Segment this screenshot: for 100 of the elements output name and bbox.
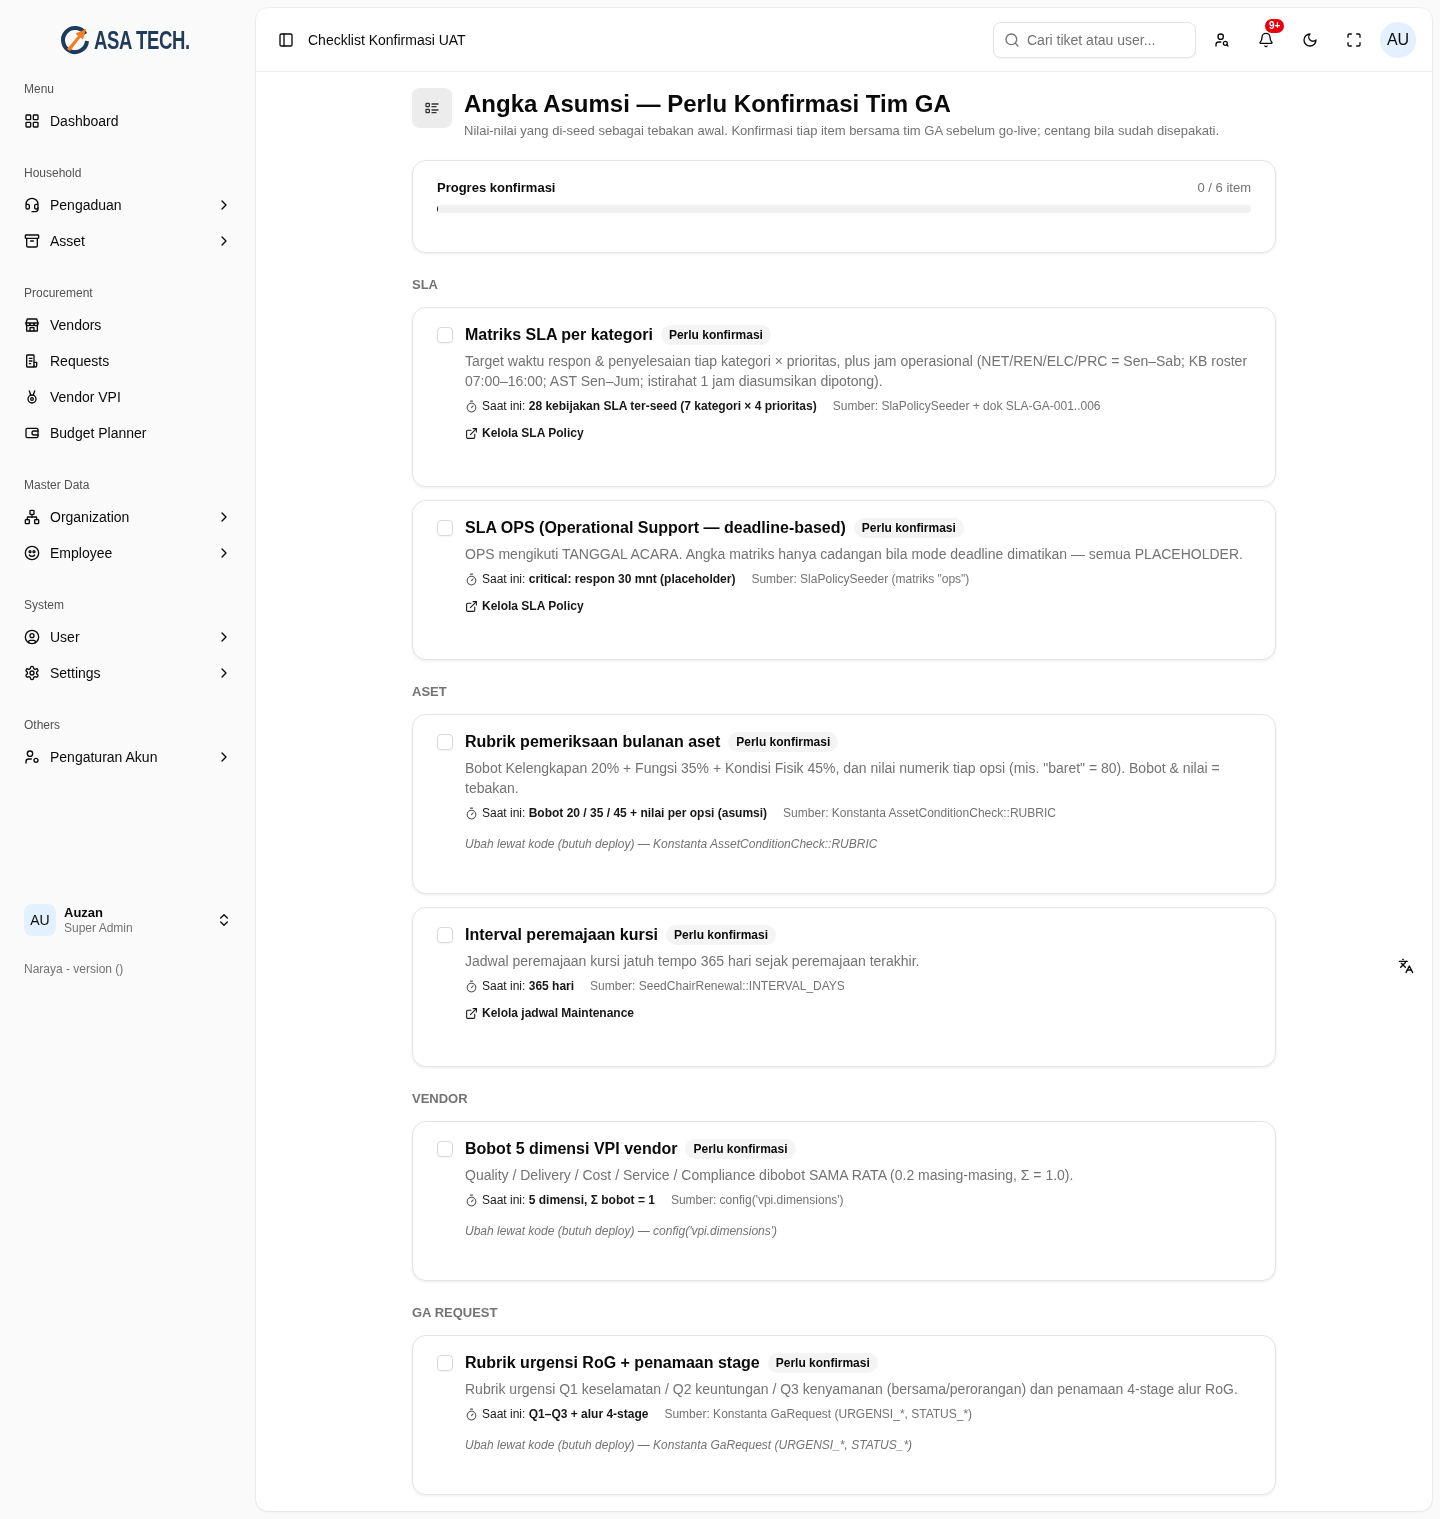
search-field[interactable]: Cari tiket atau user...	[993, 21, 1196, 58]
sidebar-item[interactable]: Vendor VPI	[16, 379, 240, 415]
notification-badge: 9+	[1265, 18, 1285, 33]
sidebar-item[interactable]: Vendors	[16, 307, 240, 343]
bell-icon	[1258, 31, 1274, 48]
item-title: Matriks SLA per kategori	[465, 325, 653, 345]
current-value: Saat ini: 28 kebijakan SLA ter-seed (7 kategori × 4 prioritas)	[482, 398, 817, 414]
edit-note: Ubah lewat kode (butuh deploy) — Konstanta AssetConditionCheck::RUBRIC	[465, 836, 879, 852]
timer-icon	[465, 399, 478, 413]
user-gear-icon	[24, 749, 40, 765]
hierarchy-icon	[24, 509, 40, 525]
list-icon	[412, 88, 452, 128]
wallet-icon	[24, 425, 40, 441]
status-badge: Perlu konfirmasi	[666, 925, 776, 945]
current-value: Saat ini: 5 dimensi, Σ bobot = 1	[482, 1192, 655, 1208]
source-text: Sumber: SlaPolicySeeder (matriks "ops")	[751, 571, 970, 587]
timer-icon	[465, 572, 478, 586]
section-heading: ASET	[412, 684, 448, 700]
sidebar-item[interactable]: Settings	[16, 655, 240, 691]
item-description: Quality / Delivery / Cost / Service / Compliance dibobot SAMA RATA (0.2 masing-masing, Σ = 1.0).	[465, 1166, 1075, 1185]
external-link-icon	[465, 1006, 478, 1020]
smiley-icon	[24, 545, 40, 561]
settings-icon	[24, 665, 40, 681]
notifications-button[interactable]: 9+	[1248, 21, 1284, 58]
checkbox[interactable]	[437, 1355, 453, 1371]
sidebar-item[interactable]: Budget Planner	[16, 415, 240, 451]
page-subtitle: Nilai-nilai yang di-seed sebagai tebakan awal. Konfirmasi tiap item bersama tim GA sebelum go-live; centang bila sudah disepakati.	[464, 122, 1220, 140]
avatar-button[interactable]: AU	[1380, 21, 1416, 58]
sidebar-item[interactable]: User	[16, 619, 240, 655]
sidebar-item[interactable]: Pengaturan Akun	[16, 739, 240, 775]
current-value: Saat ini: critical: respon 30 mnt (placeholder)	[482, 571, 736, 587]
checkbox[interactable]	[437, 520, 453, 536]
item-description: Bobot Kelengkapan 20% + Fungsi 35% + Kondisi Fisik 45%, dan nilai numerik tiap opsi (mis. "baret" = 80). Bobot & nilai = tebakan.	[465, 759, 1221, 798]
user-menu[interactable]: AU Auzan Super Admin	[16, 904, 240, 936]
manage-link[interactable]: Kelola SLA Policy	[465, 598, 584, 614]
item-description: Rubrik urgensi Q1 keselamatan / Q2 keuntungan / Q3 kenyamanan (bersama/perorangan) dan penamaan 4-stage alur RoG.	[465, 1380, 1239, 1399]
edit-note: Ubah lewat kode (butuh deploy) — config('vpi.dimensions')	[465, 1223, 779, 1239]
user-name: Auzan	[64, 904, 104, 921]
timer-icon	[465, 1193, 478, 1207]
user-role: Super Admin	[64, 920, 133, 936]
manage-link[interactable]: Kelola jadwal Maintenance	[465, 1005, 635, 1021]
sidebar-item[interactable]: Dashboard	[16, 103, 240, 139]
sidebar-item[interactable]: Requests	[16, 343, 240, 379]
sidebar-item[interactable]: Employee	[16, 535, 240, 571]
header-title: Checklist Konfirmasi UAT	[308, 31, 466, 48]
headset-icon	[24, 197, 40, 213]
timer-icon	[465, 1407, 478, 1421]
timer-icon	[465, 979, 478, 993]
progress-count: 0 / 6 item	[1197, 179, 1251, 197]
page-title: Angka Asumsi — Perlu Konfirmasi Tim GA	[464, 90, 952, 118]
translate-icon[interactable]	[1398, 958, 1414, 974]
checkbox[interactable]	[437, 327, 453, 343]
sidebar-section-label: System	[23, 597, 65, 613]
version-text: Naraya - version ()	[23, 961, 125, 977]
item-title: Rubrik urgensi RoG + penamaan stage	[465, 1353, 760, 1373]
item-description: Jadwal peremajaan kursi jatuh tempo 365 hari sejak peremajaan terakhir.	[465, 952, 921, 971]
sidebar-item[interactable]: Organization	[16, 499, 240, 535]
section-heading: GA REQUEST	[412, 1305, 499, 1321]
item-title: Interval peremajaan kursi	[465, 925, 658, 945]
status-badge: Perlu konfirmasi	[853, 518, 964, 538]
source-text: Sumber: config('vpi.dimensions')	[670, 1192, 844, 1208]
item-description: OPS mengikuti TANGGAL ACARA. Angka matriks hanya cadangan bila mode deadline dimatikan — semua PLACEHOLDER.	[465, 545, 1244, 564]
receipt-icon	[24, 353, 40, 369]
manage-link[interactable]: Kelola SLA Policy	[465, 425, 584, 441]
source-text: Sumber: Konstanta GaRequest (URGENSI_*, STATUS_*)	[664, 1406, 973, 1422]
source-text: Sumber: Konstanta AssetConditionCheck::RUBRIC	[783, 805, 1056, 821]
user-circle-icon	[24, 629, 40, 645]
panel-left-icon	[278, 31, 294, 48]
logo-icon	[58, 24, 91, 56]
brand-name: ASA TECH.	[93, 25, 190, 55]
checkbox[interactable]	[437, 1141, 453, 1157]
external-link-icon	[465, 426, 478, 440]
avatar: AU	[24, 904, 56, 936]
external-link-icon	[465, 599, 478, 613]
moon-icon	[1302, 31, 1318, 48]
sidebar-section-label: Others	[23, 717, 61, 733]
progress-label: Progres konfirmasi	[437, 179, 556, 197]
sidebar-section-label: Household	[23, 165, 83, 181]
sidebar-item[interactable]: Pengaduan	[16, 187, 240, 223]
fullscreen-icon	[1346, 31, 1362, 48]
current-value: Saat ini: Q1–Q3 + alur 4-stage	[482, 1406, 649, 1422]
item-title: Bobot 5 dimensi VPI vendor	[465, 1139, 678, 1159]
checkbox[interactable]	[437, 927, 453, 943]
medal-icon	[24, 389, 40, 405]
source-text: Sumber: SlaPolicySeeder + dok SLA-GA-001..006	[832, 398, 1101, 414]
status-badge: Perlu konfirmasi	[660, 325, 771, 345]
sidebar-section-label: Menu	[23, 81, 56, 97]
user-search-icon	[1214, 31, 1230, 48]
grid-icon	[24, 113, 40, 129]
section-heading: SLA	[412, 277, 439, 293]
source-text: Sumber: SeedChairRenewal::INTERVAL_DAYS	[590, 978, 845, 994]
item-title: SLA OPS (Operational Support — deadline-based)	[465, 518, 846, 538]
archive-box-icon	[24, 233, 40, 249]
sidebar-section-label: Master Data	[23, 477, 91, 493]
checkbox[interactable]	[437, 734, 453, 750]
item-description: Target waktu respon & penyelesaian tiap kategori × prioritas, plus jam operasional (NET/REN/ELC/PRC = Sen–Sab; KB roster 07:00–16:00; AST Sen–Jum; istirahat 1 jam diasumsikan dipotong).	[465, 352, 1249, 391]
timer-icon	[465, 806, 478, 820]
item-title: Rubrik pemeriksaan bulanan aset	[465, 732, 721, 752]
sidebar-item[interactable]: Asset	[16, 223, 240, 259]
current-value: Saat ini: Bobot 20 / 35 / 45 + nilai per opsi (asumsi)	[482, 805, 768, 821]
